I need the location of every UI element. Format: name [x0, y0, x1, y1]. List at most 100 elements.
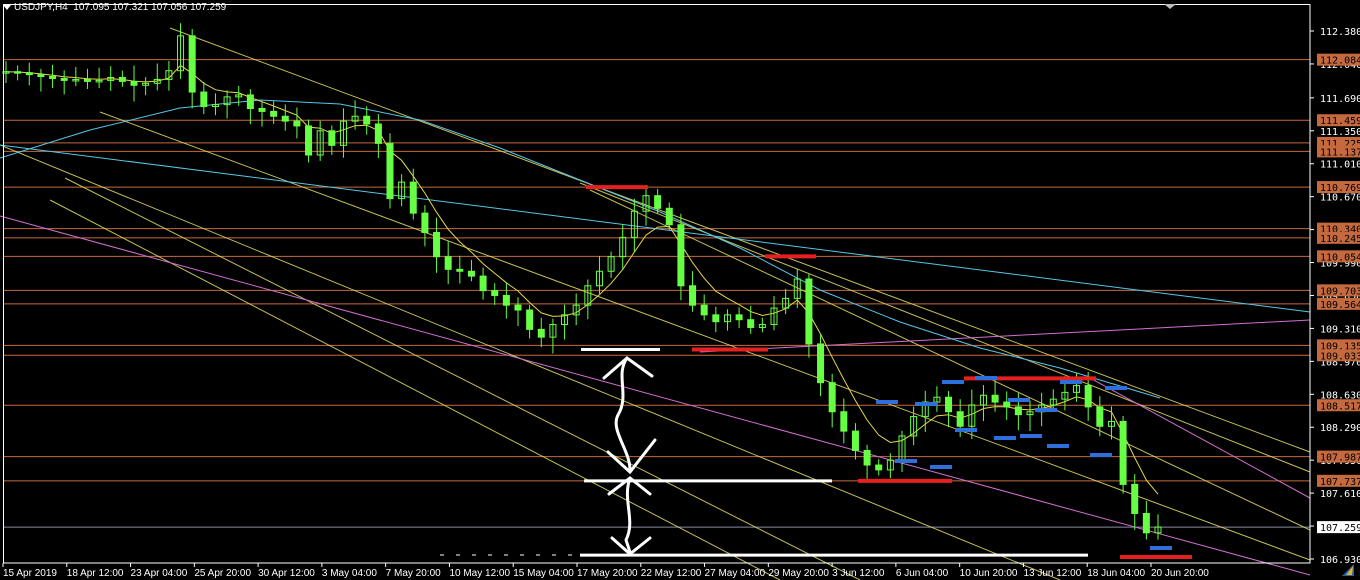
candle-body — [328, 130, 336, 146]
price-level-label: 110.054 — [1320, 252, 1360, 263]
x-tick-label: 15 Apr 2019 — [3, 568, 57, 579]
x-tick-label: 20 Jun 20:00 — [1151, 568, 1209, 579]
price-level-label: 111.459 — [1320, 116, 1360, 127]
x-tick-label: 3 Jun 12:00 — [832, 568, 885, 579]
price-level-label: 109.033 — [1320, 351, 1360, 362]
chart-frame — [3, 4, 1311, 564]
candle-body — [281, 115, 289, 122]
price-level-label: 111.137 — [1320, 147, 1360, 158]
price-level-label: 109.564 — [1320, 300, 1360, 311]
x-tick-label: 10 Jun 20:00 — [960, 568, 1018, 579]
trend-line-pink — [0, 215, 1311, 576]
price-level-label: 108.517 — [1320, 401, 1360, 412]
candle-body — [258, 108, 266, 112]
candle-body — [502, 294, 510, 306]
y-tick-label: 111.690 — [1320, 94, 1360, 105]
candle-body — [60, 77, 68, 81]
y-tick-label: 111.010 — [1320, 160, 1360, 171]
candle-body — [421, 212, 429, 234]
candle-body — [491, 290, 499, 296]
candle-body — [25, 72, 33, 76]
candle-body — [479, 275, 487, 292]
candle-body — [828, 382, 836, 413]
x-tick-label: 17 May 20:00 — [577, 568, 638, 579]
x-tick-label: 15 May 04:00 — [513, 568, 574, 579]
moving-averages — [0, 64, 1311, 495]
candle-body — [863, 449, 871, 466]
price-level-label: 110.769 — [1320, 183, 1360, 194]
candle-body — [1096, 406, 1104, 427]
candle-body — [840, 411, 848, 432]
x-tick-label: 10 May 12:00 — [449, 568, 510, 579]
price-chart[interactable]: 112.380112.040111.690111.350111.010110.6… — [0, 0, 1360, 580]
y-tick-label: 110.670 — [1320, 193, 1360, 204]
price-level-label: 107.987 — [1320, 453, 1360, 464]
price-level-label: 107.737 — [1320, 477, 1360, 488]
x-tick-label: 3 May 04:00 — [322, 568, 377, 579]
candle-body — [712, 314, 720, 323]
y-tick-label: 107.610 — [1320, 489, 1360, 500]
candle-body — [1142, 512, 1150, 534]
candle-body — [386, 142, 394, 200]
x-tick-label: 29 May 20:00 — [768, 568, 829, 579]
level-marks — [586, 185, 1192, 560]
candle-body — [293, 120, 301, 127]
double-arrow-lower — [607, 476, 652, 556]
x-tick-label: 13 Jun 12:00 — [1023, 568, 1081, 579]
candle-body — [537, 328, 545, 338]
candle-body — [1003, 401, 1011, 408]
channel-line — [99, 111, 1311, 561]
x-tick-label: 6 Jun 04:00 — [896, 568, 949, 579]
candle-body — [526, 309, 534, 330]
candle-body — [409, 181, 417, 214]
x-tick-label: 25 Apr 20:00 — [194, 568, 251, 579]
x-tick-label: 23 Apr 04:00 — [131, 568, 188, 579]
plot-frame-border — [3, 4, 1311, 564]
price-level-label: 112.084 — [1320, 56, 1360, 67]
candle-body — [433, 232, 441, 258]
x-tick-label: 22 May 12:00 — [641, 568, 702, 579]
candle-body — [991, 394, 999, 403]
candle-body — [1014, 406, 1022, 416]
candle-body — [1084, 385, 1092, 408]
shift-marker-icon — [1164, 4, 1176, 9]
candle-body — [945, 396, 953, 413]
candle-body — [875, 464, 883, 471]
channel-line — [579, 182, 1311, 473]
candle-body — [735, 314, 743, 321]
candle-body — [1119, 420, 1127, 485]
candle-body — [14, 71, 22, 74]
candle-body — [444, 256, 452, 270]
channel-line — [49, 199, 781, 580]
candle-body — [1131, 483, 1139, 514]
candle-body — [467, 270, 475, 277]
y-tick-label: 108.290 — [1320, 423, 1360, 434]
candle-body — [49, 76, 57, 79]
candle-body — [689, 285, 697, 306]
horizontal-level-lines — [4, 59, 1310, 528]
candles — [2, 23, 1162, 540]
candle-body — [817, 343, 825, 384]
slow-moving-average — [0, 99, 1161, 399]
y-tick-label: 109.310 — [1320, 324, 1360, 335]
fast-moving-average — [5, 64, 1159, 495]
x-tick-label: 18 Apr 12:00 — [67, 568, 124, 579]
candle-body — [956, 411, 964, 427]
y-tick-label: 112.380 — [1320, 27, 1360, 38]
price-axis: 112.380112.040111.690111.350111.010110.6… — [1310, 27, 1360, 566]
current-price-label: 107.259 — [1320, 523, 1360, 534]
channel-line — [0, 144, 1061, 580]
candle-body — [514, 304, 522, 311]
candle-body — [130, 80, 138, 86]
x-tick-label: 27 May 04:00 — [705, 568, 766, 579]
candle-body — [246, 94, 254, 110]
candle-body — [665, 207, 673, 226]
time-axis: 15 Apr 2019 18 Apr 12:00 23 Apr 04:00 25 Ap… — [2, 563, 1209, 579]
candle-body — [374, 123, 382, 144]
price-level-label: 110.245 — [1320, 234, 1360, 245]
candle-body — [654, 195, 662, 209]
candle-body — [851, 430, 859, 451]
candle-body — [270, 110, 278, 117]
candle-body — [700, 304, 708, 316]
price-level-label: 109.703 — [1320, 286, 1360, 297]
